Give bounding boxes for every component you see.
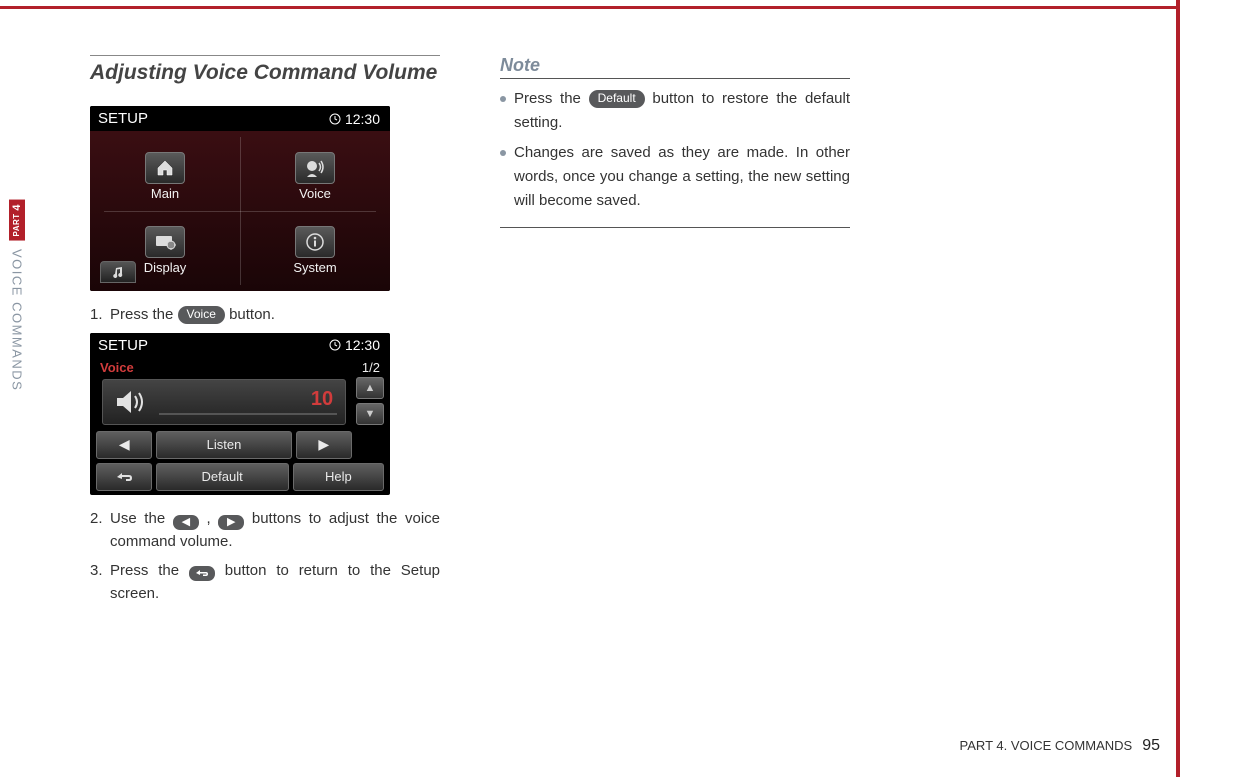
setup-clock: 12:30 <box>329 111 380 127</box>
page-footer: PART 4. VOICE COMMANDS 95 <box>960 737 1160 755</box>
setup-title: SETUP <box>98 110 148 127</box>
voice-screenshot: SETUP 12:30 Voice 1/2 <box>90 333 390 495</box>
voice-title: SETUP <box>98 337 148 354</box>
right-red-bar <box>1176 0 1180 777</box>
setup-screenshot: SETUP 12:30 <box>90 106 390 291</box>
note-title: Note <box>500 55 850 79</box>
setup-item-system: System <box>240 215 390 285</box>
step-3-before: Press the <box>110 562 189 579</box>
setup-clock-text: 12:30 <box>345 111 380 127</box>
voice-sub-label: Voice <box>100 360 134 375</box>
page-number: 95 <box>1142 737 1160 755</box>
home-icon <box>145 152 185 184</box>
top-red-rule <box>0 6 1176 9</box>
voice-bottom-row: Default Help <box>90 463 390 491</box>
step-1-after: button. <box>229 306 275 323</box>
left-arrow-key-icon: ◀ <box>173 515 199 530</box>
volume-right-icon: ▶ <box>296 431 352 459</box>
voice-head-icon <box>295 152 335 184</box>
setup-status-bar: SETUP 12:30 <box>90 106 390 131</box>
setup-item-voice: Voice <box>240 141 390 211</box>
return-key-icon <box>189 566 215 581</box>
step-2-mid: , <box>206 510 218 527</box>
note-item-2: Changes are saved as they are made. In o… <box>500 141 850 213</box>
step-2: 2. Use the ◀ , ▶ buttons to adjust the v… <box>90 507 440 554</box>
back-icon <box>96 463 152 491</box>
setup-item-voice-label: Voice <box>299 186 331 201</box>
voice-volume-row: 10 ▲ <box>90 377 390 427</box>
side-tab: PART 4 VOICE COMMANDS <box>6 200 28 391</box>
step-1-before: Press the <box>110 306 178 323</box>
note-end-rule <box>500 227 850 228</box>
right-arrow-key-icon: ▶ <box>218 515 244 530</box>
steps-list-b: 2. Use the ◀ , ▶ buttons to adjust the v… <box>90 507 440 606</box>
help-button: Help <box>293 463 384 491</box>
setup-item-main-label: Main <box>151 186 179 201</box>
volume-bar <box>159 413 337 415</box>
side-tab-part-number: 4 <box>11 204 23 211</box>
grid-divider-h <box>104 211 376 212</box>
music-tab-icon <box>100 261 136 283</box>
voice-sub-bar: Voice 1/2 <box>90 358 390 377</box>
voice-page-indicator: 1/2 <box>362 360 380 375</box>
speaker-icon <box>111 384 151 420</box>
section-title: Adjusting Voice Command Volume <box>90 55 440 86</box>
step-1-num: 1. <box>90 303 103 326</box>
side-tab-section: VOICE COMMANDS <box>10 249 25 391</box>
step-3: 3. Press the button to return to the Set… <box>90 559 440 606</box>
clock-icon <box>329 113 341 125</box>
voice-status-bar: SETUP 12:30 <box>90 333 390 358</box>
voice-clock: 12:30 <box>329 337 380 353</box>
content-columns: Adjusting Voice Command Volume SETUP 12:… <box>90 55 850 612</box>
info-icon <box>295 226 335 258</box>
voice-clock-text: 12:30 <box>345 337 380 353</box>
clock-icon <box>329 339 341 351</box>
default-button: Default <box>156 463 289 491</box>
step-2-before: Use the <box>110 510 173 527</box>
setup-item-system-label: System <box>293 260 336 275</box>
volume-value: 10 <box>307 388 337 411</box>
step-3-num: 3. <box>90 559 103 582</box>
left-column: Adjusting Voice Command Volume SETUP 12:… <box>90 55 440 612</box>
display-icon <box>145 226 185 258</box>
voice-scroll-arrows: ▲ ▼ <box>356 377 384 427</box>
scroll-up-icon: ▲ <box>356 377 384 399</box>
right-column: Note Press the Default button to restore… <box>500 55 850 612</box>
manual-page: PART 4 VOICE COMMANDS Adjusting Voice Co… <box>0 0 1240 777</box>
side-tab-part-label: PART <box>12 213 21 236</box>
side-tab-part: PART 4 <box>9 200 25 241</box>
listen-button: Listen <box>156 431 291 459</box>
setup-grid: Main Voice <box>90 131 390 291</box>
note-item-1: Press the Default button to restore the … <box>500 87 850 135</box>
volume-left-icon: ◀ <box>96 431 152 459</box>
steps-list-a: 1. Press the Voice button. <box>90 303 440 326</box>
scroll-down-icon: ▼ <box>356 403 384 425</box>
setup-item-main: Main <box>90 141 240 211</box>
step-1: 1. Press the Voice button. <box>90 303 440 326</box>
note-1-before: Press the <box>514 90 589 107</box>
footer-label: PART 4. VOICE COMMANDS <box>960 738 1133 753</box>
step-2-num: 2. <box>90 507 103 530</box>
default-pill: Default <box>589 90 645 108</box>
note-list: Press the Default button to restore the … <box>500 87 850 213</box>
setup-item-display-label: Display <box>144 260 187 275</box>
voice-pill: Voice <box>178 306 225 324</box>
voice-listen-row: ◀ Listen ▶ <box>90 431 390 459</box>
volume-area: 10 <box>102 379 346 425</box>
